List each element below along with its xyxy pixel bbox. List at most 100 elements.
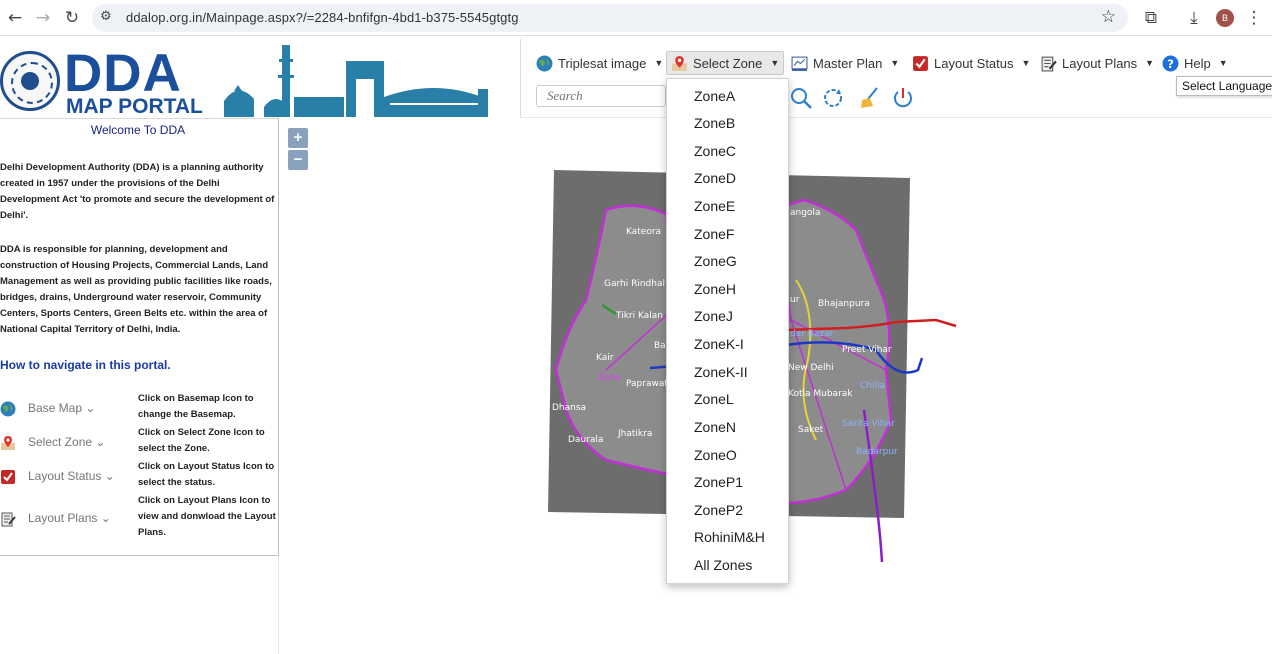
forward-arrow-icon[interactable]: → [33,8,53,28]
help-desc-layout-status: Click on Layout Status Icon to select th… [138,461,275,488]
browser-toolbar: ← → ↻ ⚙ ddalop.org.in/Mainpage.aspx?/=22… [0,0,1272,36]
map-pin-icon [1,436,15,450]
globe-icon [536,55,553,71]
master-plan-menu[interactable]: Master Plan ▼ [787,51,903,75]
refresh-icon[interactable] [821,86,845,110]
zone-option[interactable]: ZoneJ [694,308,733,324]
zoom-in-button[interactable]: + [288,128,308,148]
zone-option[interactable]: ZoneN [694,419,736,435]
reload-icon[interactable]: ↻ [62,8,82,28]
zone-option[interactable]: ZoneP2 [694,502,743,518]
power-icon[interactable] [891,86,915,110]
zone-option[interactable]: All Zones [694,557,752,573]
download-icon[interactable]: ⤓ [1184,8,1204,28]
svg-text:Jhatikra: Jhatikra [617,429,652,439]
welcome-heading: Welcome To DDA [90,123,186,137]
checkbox-status-icon [1,470,15,484]
select-zone-label: Select Zone [693,55,763,71]
triplesat-menu[interactable]: Triplesat image ▼ [532,51,667,75]
more-menu-icon[interactable]: ⋮ [1244,8,1264,28]
svg-text:Kateora: Kateora [626,227,661,237]
zone-option[interactable]: ZoneE [694,198,735,214]
zone-option[interactable]: ZoneP1 [694,474,743,490]
search-field[interactable] [536,85,666,107]
profile-avatar[interactable]: B [1216,9,1234,27]
help-label-layout-status[interactable]: Layout Status ⌄ [28,469,115,483]
svg-text:angola: angola [790,208,820,218]
zone-option[interactable]: ZoneK-II [694,364,748,380]
zone-option[interactable]: ZoneA [694,88,735,104]
zoom-out-button[interactable]: − [288,150,308,170]
map-toolbar: Triplesat image ▼ Select Zone ▼ Master Pla… [520,39,1272,118]
sidebar-divider [278,556,279,654]
help-menu[interactable]: ? Help ▼ [1158,51,1232,75]
svg-text:Paprawat: Paprawat [626,379,668,389]
select-language-tooltip: Select Language [1176,76,1272,96]
site-settings-icon[interactable]: ⚙ [100,9,112,24]
svg-text:?: ? [1167,56,1174,70]
navigation-heading: How to navigate in this portal. [0,358,171,372]
checkbox-status-icon [913,55,928,71]
svg-text:dar Bazar: dar Bazar [790,329,834,339]
svg-text:New Delhi: New Delhi [788,363,834,373]
help-icon: ? [1162,55,1179,71]
svg-text:Badarpur: Badarpur [856,447,898,457]
help-label-layout-plans[interactable]: Layout Plans ⌄ [28,511,111,525]
zone-option[interactable]: ZoneD [694,170,736,186]
svg-text:Bhajanpura: Bhajanpura [818,299,870,309]
logo-title: DDA [64,44,182,103]
zoom-search-icon[interactable] [789,86,813,110]
help-label-select-zone[interactable]: Select Zone ⌄ [28,435,105,449]
layout-status-label: Layout Status [934,55,1014,71]
zone-option[interactable]: RohiniM&H [694,529,765,545]
address-bar[interactable]: ⚙ ddalop.org.in/Mainpage.aspx?/=2284-bnf… [92,4,1128,32]
triplesat-label: Triplesat image [558,55,647,71]
zone-dropdown: ZoneA ZoneB ZoneC ZoneD ZoneE ZoneF Zone… [666,78,789,584]
svg-text:Dhansa: Dhansa [552,403,586,413]
document-edit-icon [1,512,16,527]
zone-option[interactable]: ZoneC [694,143,736,159]
responsibility-paragraph: DDA is responsible for planning, develop… [0,244,272,335]
svg-text:Kair: Kair [596,353,614,363]
info-sidebar: Welcome To DDA Delhi Development Authori… [0,118,279,556]
chart-icon [791,56,808,71]
help-label: Help [1184,55,1211,71]
svg-text:Saket: Saket [798,425,824,435]
svg-text:Tikri Kalan: Tikri Kalan [615,311,663,321]
help-desc-layout-plans: Click on Layout Plans Icon to view and d… [138,495,276,538]
svg-text:Chilla: Chilla [860,381,885,391]
svg-text:Zone: Zone [598,373,621,383]
zone-option[interactable]: ZoneG [694,253,737,269]
layout-plans-label: Layout Plans [1062,55,1138,71]
portal-header: DDA MAP PORTAL Triplesat image ▼ Select Z… [0,37,1272,118]
svg-text:Daurala: Daurala [568,435,603,445]
bookmark-star-icon[interactable]: ☆ [1101,7,1116,27]
svg-text:ur: ur [790,295,800,305]
zone-option[interactable]: ZoneO [694,447,737,463]
zone-option[interactable]: ZoneF [694,226,734,242]
document-edit-icon [1041,56,1057,71]
svg-text:Preet Vihar: Preet Vihar [842,345,892,355]
clear-broom-icon[interactable] [857,86,881,110]
about-paragraph: Delhi Development Authority (DDA) is a p… [0,162,275,221]
svg-text:Garhi Rindhal: Garhi Rindhal [604,279,665,289]
select-zone-menu[interactable]: Select Zone ▼ [666,51,785,75]
zone-option[interactable]: ZoneL [694,391,734,407]
search-input[interactable] [537,86,665,106]
layout-status-menu[interactable]: Layout Status ▼ [908,51,1034,75]
globe-icon [0,401,16,417]
svg-text:Kotla Mubarak: Kotla Mubarak [788,389,853,399]
map-pin-icon [672,55,687,71]
zone-option[interactable]: ZoneH [694,281,736,297]
logo-subtitle: MAP PORTAL [66,95,203,118]
back-arrow-icon[interactable]: ← [5,8,25,28]
zone-option[interactable]: ZoneK-I [694,336,744,352]
svg-text:Ba: Ba [654,341,666,351]
layout-plans-menu[interactable]: Layout Plans ▼ [1036,51,1158,75]
extensions-icon[interactable]: ⧉ [1141,8,1161,28]
help-label-base-map[interactable]: Base Map ⌄ [28,401,95,415]
zone-option[interactable]: ZoneB [694,115,735,131]
help-desc-select-zone: Click on Select Zone Icon to select the … [138,427,265,454]
master-plan-label: Master Plan [813,55,883,71]
url-text[interactable]: ddalop.org.in/Mainpage.aspx?/=2284-bnfif… [126,10,519,25]
